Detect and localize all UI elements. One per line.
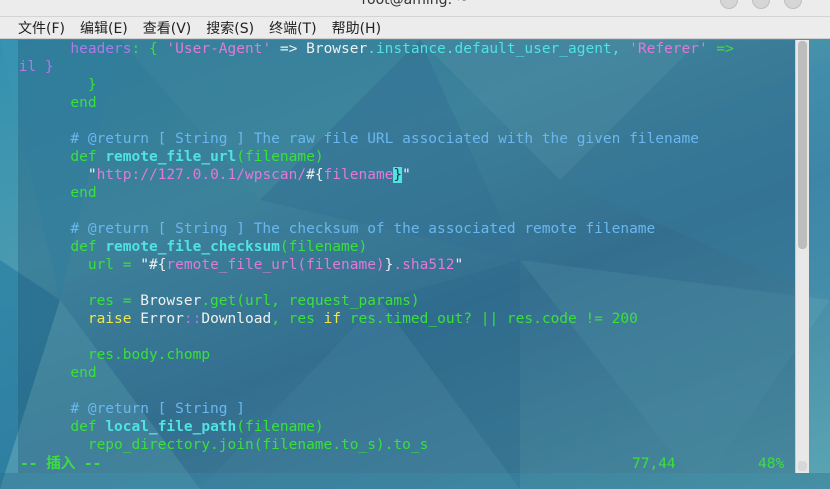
code-line: res = Browser.get(url, request_params)	[18, 292, 420, 310]
code-token: remote_file_url(filename)	[166, 257, 385, 273]
code-token: 'Referer'	[629, 41, 708, 57]
code-keyword: def	[18, 149, 106, 165]
code-comment: # @return [ String ] The raw file URL as…	[18, 131, 699, 147]
menubar: 文件(F) 编辑(E) 查看(V) 搜索(S) 终端(T) 帮助(H)	[0, 17, 830, 39]
menu-file[interactable]: 文件(F)	[18, 18, 65, 38]
code-token: "	[140, 257, 149, 273]
code-token: =>	[271, 41, 307, 57]
menu-help[interactable]: 帮助(H)	[332, 18, 381, 38]
code-token: res =	[18, 293, 141, 309]
code-token: .instance.default_user_agent,	[367, 41, 630, 57]
code-token: filename	[323, 167, 394, 183]
scrollbar-thumb[interactable]	[798, 41, 807, 249]
code-token: .sha512	[393, 257, 455, 273]
code-line: end	[18, 365, 97, 381]
code-line: headers: { 'User-Agent' => Browser.insta…	[18, 40, 734, 58]
code-method-name: remote_file_checksum	[105, 239, 280, 255]
code-line: def remote_file_url(filename)	[18, 148, 324, 166]
code-keyword: if	[323, 311, 342, 327]
vim-status-line: -- 插入 -- 77,44 48%	[18, 455, 795, 473]
code-method-name: remote_file_url	[105, 149, 237, 165]
code-token: Download	[201, 311, 272, 327]
terminal-scrollbar[interactable]	[795, 40, 809, 473]
code-line: res.body.chomp	[18, 347, 211, 363]
code-line: "http://127.0.0.1/wpscan/#{filename}"	[18, 166, 411, 184]
window-titlebar[interactable]: root@aming: ~	[0, 0, 830, 17]
code-keyword: def	[18, 419, 106, 435]
code-token: ::	[183, 311, 202, 327]
code-comment: # @return [ String ]	[18, 401, 245, 417]
code-comment: # @return [ String ] The checksum of the…	[18, 221, 656, 237]
code-line: repo_directory.join(filename.to_s).to_s	[18, 437, 429, 453]
code-token: url =	[18, 257, 141, 273]
code-token: headers	[70, 41, 132, 57]
code-line: raise Error::Download, res if res.timed_…	[18, 310, 638, 328]
terminal-text-area[interactable]: headers: { 'User-Agent' => Browser.insta…	[18, 40, 795, 473]
matching-brace: }	[393, 167, 403, 183]
scroll-percent: 48%	[758, 456, 785, 472]
menu-terminal[interactable]: 终端(T)	[269, 18, 316, 38]
cursor-position: 77,44	[632, 456, 676, 472]
code-token: Error	[140, 311, 184, 327]
code-token: 'User-Agent'	[166, 41, 272, 57]
scroll-down-arrow-icon[interactable]	[798, 461, 807, 471]
code-token: #	[306, 167, 315, 183]
code-token: "	[402, 167, 411, 183]
code-token: (filename)	[236, 419, 324, 435]
code-token: http://127.0.0.1/wpscan/	[96, 167, 307, 183]
code-token: "	[454, 257, 464, 273]
code-token: .get(url, request_params)	[201, 293, 420, 309]
code-line: url = "#{remote_file_url(filename)}.sha5…	[18, 256, 463, 274]
code-line: end	[18, 95, 97, 111]
code-keyword: raise	[87, 311, 132, 327]
insert-mode-indicator: -- 插入 --	[20, 456, 102, 472]
code-method-name: local_file_path	[105, 419, 237, 435]
code-line: nil }	[18, 59, 54, 75]
window-title: root@aming: ~	[361, 0, 469, 8]
code-line: def local_file_path(filename)	[18, 418, 324, 436]
code-token: (filename)	[279, 239, 368, 255]
code-token: res.timed_out? || res.code != 200	[341, 311, 638, 327]
code-line: end	[18, 185, 97, 201]
code-token: "	[18, 167, 97, 183]
code-token: #	[148, 257, 158, 273]
menu-edit[interactable]: 编辑(E)	[80, 18, 128, 38]
code-token: =>	[707, 41, 734, 57]
code-line: def remote_file_checksum(filename)	[18, 238, 367, 256]
code-token: , res	[271, 311, 324, 327]
code-token: : {	[131, 41, 167, 57]
code-token: {	[314, 167, 324, 183]
code-token: (filename)	[236, 149, 324, 165]
menu-view[interactable]: 查看(V)	[143, 18, 192, 38]
code-token: Browser	[140, 293, 202, 309]
code-line: }	[18, 77, 97, 93]
menu-search[interactable]: 搜索(S)	[206, 18, 254, 38]
code-keyword: def	[18, 239, 106, 255]
code-token: Browser	[306, 41, 368, 57]
desktop-bottom-edge	[0, 473, 830, 489]
